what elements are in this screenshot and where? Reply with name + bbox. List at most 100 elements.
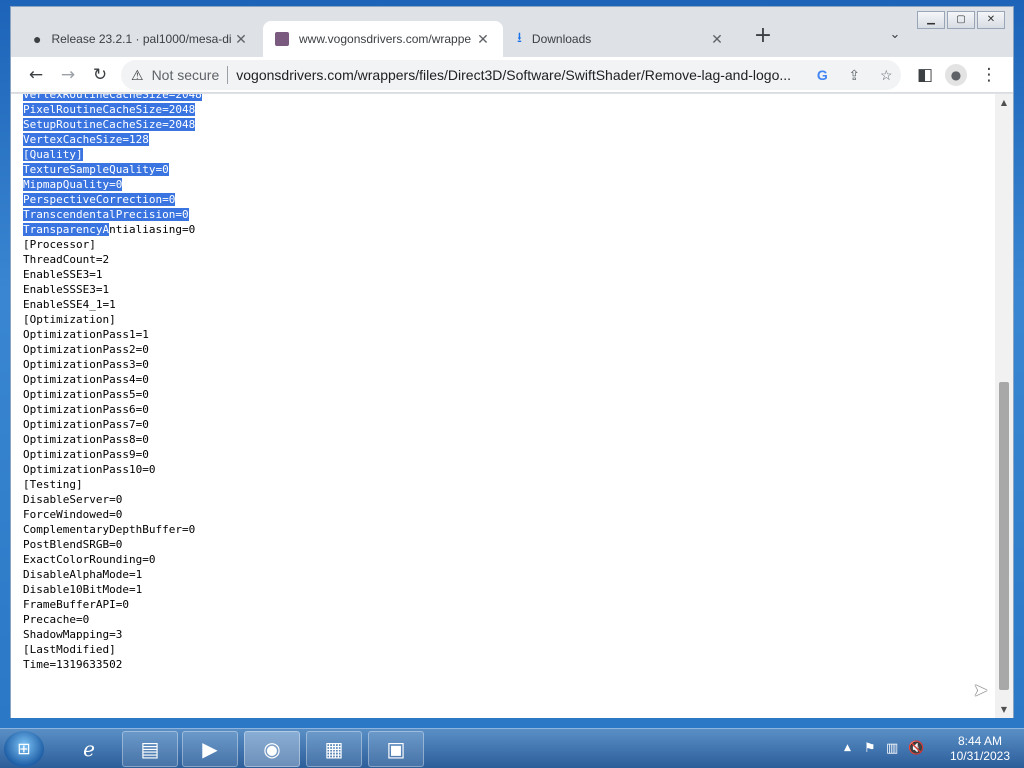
page-content: VertexRoutineCacheSize=2048 PixelRoutineC… (11, 94, 995, 718)
clock-time: 8:44 AM (957, 734, 1002, 748)
close-icon[interactable]: ✕ (233, 31, 249, 48)
text-line: TextureSampleQuality=0 (23, 162, 202, 177)
text-line: DisableAlphaMode=1 (23, 568, 143, 581)
tab-vogonsdrivers[interactable]: www.vogonsdrivers.com/wrappe ✕ (263, 21, 503, 57)
text-line: ThreadCount=2 (23, 253, 110, 266)
text-line: [Optimization] (23, 313, 116, 326)
browser-window: ● Release 23.2.1 · pal1000/mesa-di ✕ www… (10, 6, 1014, 718)
reload-icon[interactable]: ↻ (88, 63, 112, 87)
vogons-favicon-icon (275, 32, 289, 46)
chrome-icon[interactable]: ◉ (244, 731, 300, 767)
tab-strip: ● Release 23.2.1 · pal1000/mesa-di ✕ www… (11, 7, 1013, 57)
close-icon[interactable]: ✕ (475, 31, 491, 48)
text-line: Time=1319633502 (23, 658, 123, 671)
browser-toolbar: ← → ↻ ⚠ Not secure vogonsdrivers.com/wra… (11, 57, 1013, 93)
text-line: PerspectiveCorrection=0 (23, 192, 202, 207)
text-line: VertexCacheSize=128 (23, 132, 202, 147)
menu-kebab-icon[interactable]: ⋮ (977, 63, 1001, 87)
address-bar[interactable]: ⚠ Not secure vogonsdrivers.com/wrappers/… (121, 60, 901, 90)
selected-text: PixelRoutineCacheSize=2048 (23, 103, 196, 116)
new-tab-button[interactable]: + (751, 25, 775, 49)
forward-arrow-icon[interactable]: → (56, 63, 80, 87)
url-text[interactable]: vogonsdrivers.com/wrappers/files/Direct3… (236, 67, 802, 83)
mouse-cursor-icon: ➤ (973, 680, 989, 701)
text-line: FrameBufferAPI=0 (23, 598, 129, 611)
tab-downloads[interactable]: ⭳ Downloads ✕ (505, 21, 737, 57)
scroll-up-arrow-icon[interactable]: ▲ (995, 98, 1013, 107)
maximize-button[interactable]: ▢ (947, 11, 975, 29)
text-line: DisableServer=0 (23, 493, 123, 506)
ini-text: VertexRoutineCacheSize=2048 PixelRoutineC… (23, 94, 202, 672)
text-line: EnableSSE3=1 (23, 268, 103, 281)
share-icon[interactable]: ⇪ (842, 67, 866, 84)
text-line: OptimizationPass3=0 (23, 358, 149, 371)
text-line: VertexRoutineCacheSize=2048 (23, 94, 202, 102)
text-line: PostBlendSRGB=0 (23, 538, 123, 551)
warning-icon[interactable]: ⚠ (131, 67, 144, 84)
text-line: OptimizationPass2=0 (23, 343, 149, 356)
side-panel-icon[interactable]: ◧ (913, 63, 937, 87)
selected-text: PerspectiveCorrection=0 (23, 193, 176, 206)
media-player-icon[interactable]: ▶ (182, 731, 238, 767)
selected-text: SetupRoutineCacheSize=2048 (23, 118, 196, 131)
network-icon[interactable]: ▥ (886, 741, 898, 756)
action-center-flag-icon[interactable]: ⚑ (864, 741, 876, 756)
download-icon: ⭳ (517, 29, 522, 45)
text-line: [Quality] (23, 147, 202, 162)
text-line: TransparencyAntialiasing=0 (23, 222, 202, 237)
close-window-button[interactable]: ✕ (977, 11, 1005, 29)
text-line: OptimizationPass1=1 (23, 328, 149, 341)
window-controls: ▁ ▢ ✕ (915, 11, 1005, 29)
text-line: ExactColorRounding=0 (23, 553, 156, 566)
show-hidden-icons-icon[interactable]: ▲ (844, 743, 851, 753)
text-line: [Testing] (23, 478, 83, 491)
text-line: OptimizationPass7=0 (23, 418, 149, 431)
text-line: PixelRoutineCacheSize=2048 (23, 102, 202, 117)
text-line: [LastModified] (23, 643, 116, 656)
clock-date: 10/31/2023 (949, 749, 1010, 763)
google-lens-icon[interactable]: G (810, 67, 834, 83)
system-tray: ▲ ⚑ ▥ 🔇 8:44 AM 10/31/2023 (834, 729, 1024, 768)
tab-github-release[interactable]: ● Release 23.2.1 · pal1000/mesa-di ✕ (21, 21, 261, 57)
minimize-button[interactable]: ▁ (917, 11, 945, 29)
control-panel-icon[interactable]: ▦ (306, 731, 362, 767)
text-line: OptimizationPass4=0 (23, 373, 149, 386)
text-line: SetupRoutineCacheSize=2048 (23, 117, 202, 132)
selected-text: VertexCacheSize=128 (23, 133, 149, 146)
vertical-scrollbar[interactable]: ▲ ▼ (995, 94, 1013, 718)
text-line: ComplementaryDepthBuffer=0 (23, 523, 196, 536)
text-line: Precache=0 (23, 613, 90, 626)
clock[interactable]: 8:44 AM 10/31/2023 (950, 734, 1010, 764)
unselected-text: ntialiasing=0 (109, 223, 196, 236)
selected-text: TransparencyA (23, 223, 110, 236)
selected-text: MipmapQuality=0 (23, 178, 123, 191)
text-line: ShadowMapping=3 (23, 628, 123, 641)
text-line: ForceWindowed=0 (23, 508, 123, 521)
tab-title: Release 23.2.1 · pal1000/mesa-di (51, 32, 232, 46)
text-line: TranscendentalPrecision=0 (23, 207, 202, 222)
volume-muted-icon[interactable]: 🔇 (908, 741, 924, 756)
scroll-down-arrow-icon[interactable]: ▼ (995, 705, 1013, 714)
taskbar: ⊞ ℯ ▤ ▶ ◉ ▦ ▣ ▲ ⚑ ▥ 🔇 8:44 AM 10/31/2023 (0, 728, 1024, 768)
text-line: OptimizationPass8=0 (23, 433, 149, 446)
selected-text: [Quality] (23, 148, 83, 161)
github-icon: ● (33, 31, 42, 47)
tab-title: Downloads (531, 32, 592, 46)
file-explorer-icon[interactable]: ▤ (122, 731, 178, 767)
archive-icon[interactable]: ▣ (368, 731, 424, 767)
text-line: OptimizationPass10=0 (23, 463, 156, 476)
divider (227, 66, 229, 84)
selected-text: VertexRoutineCacheSize=2048 (23, 94, 202, 101)
close-icon[interactable]: ✕ (709, 31, 725, 48)
back-arrow-icon[interactable]: ← (24, 63, 48, 87)
text-line: OptimizationPass9=0 (23, 448, 149, 461)
text-line: OptimizationPass6=0 (23, 403, 149, 416)
internet-explorer-icon[interactable]: ℯ (62, 731, 116, 767)
selected-text: TextureSampleQuality=0 (23, 163, 169, 176)
scroll-thumb[interactable] (999, 382, 1009, 690)
bookmark-star-icon[interactable]: ☆ (874, 67, 898, 84)
start-button[interactable]: ⊞ (4, 731, 44, 767)
profile-avatar-icon[interactable]: ● (945, 64, 967, 86)
tab-search-chevron-icon[interactable]: ⌄ (885, 27, 905, 47)
not-secure-label[interactable]: Not secure (152, 67, 220, 83)
